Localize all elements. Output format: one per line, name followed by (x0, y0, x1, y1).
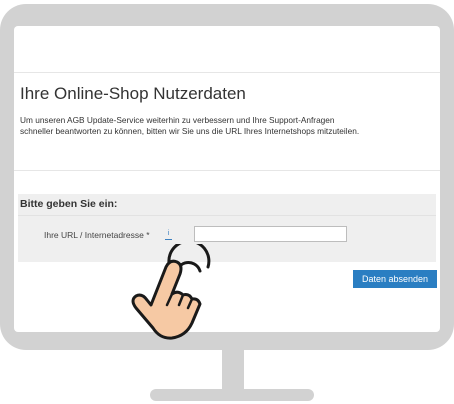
info-icon[interactable]: i (165, 230, 172, 240)
monitor-stand-base (150, 389, 314, 401)
url-field-label: Ihre URL / Internetadresse * (44, 230, 150, 240)
intro-text: Um unseren AGB Update-Service weiterhin … (20, 115, 434, 137)
pointing-hand-icon (131, 244, 211, 340)
intro-line-2: schneller beantworten zu können, bitten … (20, 126, 360, 136)
url-input[interactable] (194, 226, 347, 242)
form-divider (18, 215, 436, 216)
form-heading: Bitte geben Sie ein: (20, 198, 118, 210)
url-form: Bitte geben Sie ein: Ihre URL / Internet… (18, 194, 436, 262)
page-title: Ihre Online-Shop Nutzerdaten (20, 84, 246, 103)
monitor-screen: Ihre Online-Shop Nutzerdaten Um unseren … (14, 26, 440, 332)
monitor-stand-neck (222, 346, 244, 392)
monitor-frame: Ihre Online-Shop Nutzerdaten Um unseren … (0, 4, 454, 350)
section-divider (14, 170, 440, 171)
top-divider (14, 72, 440, 73)
intro-line-1: Um unseren AGB Update-Service weiterhin … (20, 115, 335, 125)
submit-button[interactable]: Daten absenden (353, 270, 437, 288)
